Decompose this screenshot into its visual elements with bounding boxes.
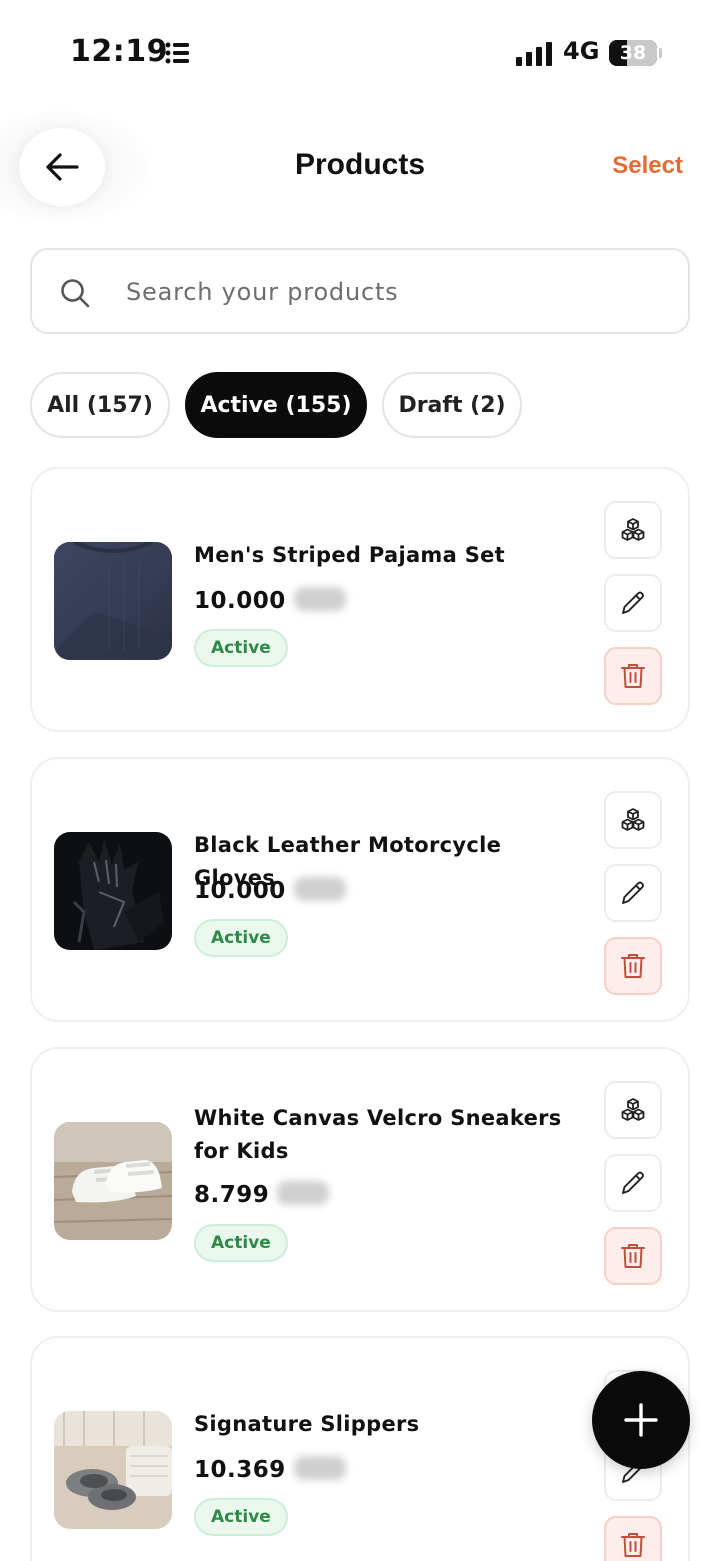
product-price: 8.799 xyxy=(194,1181,330,1208)
status-badge: Active xyxy=(194,1224,288,1262)
status-badge: Active xyxy=(194,919,288,957)
blurred-currency xyxy=(277,1181,330,1205)
product-image-tshirt xyxy=(54,542,172,660)
pencil-icon xyxy=(622,881,644,904)
add-product-button[interactable] xyxy=(592,1371,690,1469)
variants-button[interactable] xyxy=(604,791,662,849)
product-name: White Canvas Velcro Sneakers for Kids xyxy=(194,1106,562,1163)
trash-icon xyxy=(621,1533,645,1557)
boxes-icon xyxy=(621,808,645,831)
delete-button[interactable] xyxy=(604,647,662,705)
price-value: 10.369 xyxy=(194,1457,286,1483)
products-screen: 12:19 4G 38 Products Select Search your … xyxy=(0,0,720,1561)
plus-icon xyxy=(624,1403,658,1437)
pencil-icon xyxy=(622,591,644,614)
delete-button[interactable] xyxy=(604,937,662,995)
search-icon xyxy=(61,279,90,308)
price-value: 10.000 xyxy=(194,878,286,904)
blurred-currency xyxy=(293,587,346,611)
select-button[interactable]: Select xyxy=(612,152,683,180)
list-icon xyxy=(165,42,189,64)
status-time: 12:19 xyxy=(70,34,168,69)
product-image-gloves xyxy=(54,832,172,950)
status-badge: Active xyxy=(194,1498,288,1536)
price-value: 10.000 xyxy=(194,588,286,614)
battery-level: 38 xyxy=(619,42,647,64)
product-card[interactable]: Men's Striped Pajama Set 10.000 Active xyxy=(30,467,690,732)
network-label: 4G xyxy=(563,37,600,65)
product-price: 10.369 xyxy=(194,1456,346,1483)
blurred-currency xyxy=(293,877,346,901)
product-price: 10.000 xyxy=(194,877,346,904)
price-value: 8.799 xyxy=(194,1182,270,1208)
variants-button[interactable] xyxy=(604,501,662,559)
product-card[interactable]: Black Leather Motorcycle Gloves 10.000 A… xyxy=(30,757,690,1022)
pencil-icon xyxy=(622,1171,644,1194)
search-input[interactable] xyxy=(126,272,666,312)
product-card[interactable]: Signature Slippers 10.369 Active xyxy=(30,1336,690,1561)
product-name: Signature Slippers xyxy=(194,1412,420,1436)
product-card[interactable]: White Canvas Velcro Sneakers for Kids 8.… xyxy=(30,1047,690,1312)
battery-icon: 38 xyxy=(609,40,657,66)
delete-button[interactable] xyxy=(604,1227,662,1285)
delete-button[interactable] xyxy=(604,1516,662,1561)
variants-button[interactable] xyxy=(604,1081,662,1139)
search-bar[interactable] xyxy=(30,248,690,334)
status-badge: Active xyxy=(194,629,288,667)
boxes-icon xyxy=(621,518,645,541)
product-price: 10.000 xyxy=(194,587,346,614)
trash-icon xyxy=(621,954,645,978)
boxes-icon xyxy=(621,1098,645,1121)
tab-all[interactable]: All (157) xyxy=(30,372,170,438)
trash-icon xyxy=(621,1244,645,1268)
blurred-currency xyxy=(293,1456,346,1480)
status-bar: 12:19 4G 38 xyxy=(0,0,720,100)
signal-icon xyxy=(516,42,554,66)
trash-icon xyxy=(621,664,645,688)
product-image-slippers xyxy=(54,1411,172,1529)
product-image-sneakers xyxy=(54,1122,172,1240)
edit-button[interactable] xyxy=(604,864,662,922)
tab-draft[interactable]: Draft (2) xyxy=(382,372,522,438)
battery-cap xyxy=(659,48,662,58)
edit-button[interactable] xyxy=(604,1154,662,1212)
edit-button[interactable] xyxy=(604,574,662,632)
product-name: Men's Striped Pajama Set xyxy=(194,543,506,567)
tab-active[interactable]: Active (155) xyxy=(185,372,367,438)
